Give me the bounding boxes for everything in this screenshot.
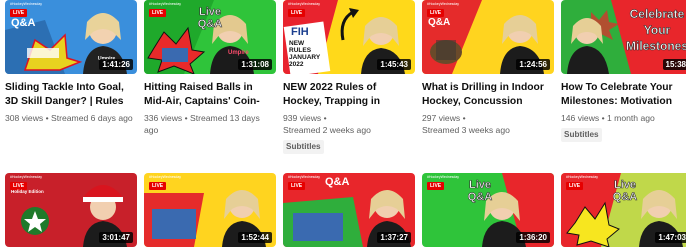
meta-separator: •: [462, 113, 466, 123]
video-thumbnail[interactable]: #HockeyWednesday LIVE Holiday Edition 3:…: [5, 173, 137, 247]
video-thumbnail[interactable]: #HockeyWednesday LIVE 1:52:44: [144, 173, 276, 247]
thumbnail-overlay-subtext: NEW RULES JANUARY 2022: [289, 40, 321, 68]
video-card[interactable]: #HockeyWednesday LIVE FIH NEW RULES JANU…: [283, 0, 415, 154]
hashtag-label: #HockeyWednesday: [288, 2, 321, 6]
subtitles-chip: Subtitles: [283, 140, 324, 154]
video-meta: 297 views • Streamed 3 weeks ago: [422, 112, 554, 136]
live-badge: LIVE: [427, 9, 445, 17]
view-count: 146 views: [561, 113, 600, 123]
video-meta: 308 views • Streamed 6 days ago: [5, 112, 137, 124]
meta-separator: •: [45, 113, 49, 123]
hashtag-label: #HockeyWednesday: [10, 2, 43, 6]
stream-date: Streamed 3 weeks ago: [422, 125, 510, 135]
video-title[interactable]: NEW 2022 Rules of Hockey, Trapping in In…: [283, 81, 415, 109]
video-thumbnail[interactable]: #HockeyWednesday LIVE Live Q&A 1:47:03: [561, 173, 686, 247]
video-duration: 15:38: [662, 59, 686, 70]
video-meta: 336 views • Streamed 13 days ago: [144, 112, 276, 136]
video-duration: 1:52:44: [238, 232, 272, 243]
video-meta: 146 views • 1 month ago: [561, 112, 686, 124]
live-badge: LIVE: [288, 182, 306, 190]
hashtag-label: #HockeyWednesday: [427, 175, 460, 179]
video-title[interactable]: What is Drilling in Indoor Hockey, Concu…: [422, 81, 554, 109]
video-card[interactable]: #HockeyWednesday LIVE Q&A Umpire 1:41:26…: [5, 0, 137, 124]
video-duration: 1:47:03: [655, 232, 686, 243]
video-duration: 3:01:47: [99, 232, 133, 243]
thumbnail-overlay-text: Q&A: [428, 17, 451, 28]
meta-separator: •: [601, 113, 605, 123]
view-count: 308 views: [5, 113, 44, 123]
meta-separator: •: [323, 113, 327, 123]
video-card[interactable]: #HockeyWednesday LIVE Q&A 1:37:27: [283, 173, 415, 247]
stream-date: Streamed 2 weeks ago: [283, 125, 371, 135]
stream-date: 1 month ago: [607, 113, 655, 123]
live-badge: LIVE: [566, 182, 584, 190]
hashtag-label: #HockeyWednesday: [566, 175, 599, 179]
thumbnail-overlay-text: FIH: [291, 26, 309, 38]
live-badge: LIVE: [149, 9, 167, 17]
video-duration: 1:24:56: [516, 59, 550, 70]
thumbnail-overlay-text: Live Q&A: [612, 179, 638, 204]
video-card[interactable]: #HockeyWednesday LIVE Live Q&A 1:36:20: [422, 173, 554, 247]
video-thumbnail[interactable]: #HockeyWednesday LIVE FIH NEW RULES JANU…: [283, 0, 415, 74]
hashtag-label: #HockeyWednesday: [149, 175, 182, 179]
thumbnail-overlay-text: Q&A: [325, 176, 350, 188]
view-count: 939 views: [283, 113, 322, 123]
thumbnail-overlay-text: Celebrate Your Milestones: [625, 7, 686, 54]
video-duration: 1:31:08: [238, 59, 272, 70]
video-duration: 1:41:26: [99, 59, 133, 70]
hashtag-label: #HockeyWednesday: [149, 2, 182, 6]
video-title[interactable]: Hitting Raised Balls in Mid-Air, Captain…: [144, 81, 276, 109]
thumbnail-overlay-subtext: Holiday Edition: [11, 189, 44, 194]
hashtag-label: #HockeyWednesday: [427, 2, 460, 6]
video-title[interactable]: How To Celebrate Your Milestones: Motiva…: [561, 81, 686, 109]
video-card[interactable]: #HockeyWednesday LIVE Live Q&A 1:47:03: [561, 173, 686, 247]
video-card[interactable]: #HockeyWednesday LIVE 1:52:44: [144, 173, 276, 247]
video-thumbnail[interactable]: #HockeyWednesday LIVE Q&A 1:24:56: [422, 0, 554, 74]
live-badge: LIVE: [427, 182, 445, 190]
video-meta: 939 views • Streamed 2 weeks ago: [283, 112, 415, 136]
live-badge: LIVE: [10, 9, 28, 17]
video-thumbnail[interactable]: #HockeyWednesday LIVE Q&A 1:37:27: [283, 173, 415, 247]
video-thumbnail[interactable]: Celebrate Your Milestones 15:38: [561, 0, 686, 74]
video-thumbnail[interactable]: #HockeyWednesday LIVE Live Q&A 1:36:20: [422, 173, 554, 247]
hashtag-label: #HockeyWednesday: [10, 175, 43, 179]
subtitles-chip: Subtitles: [561, 128, 602, 142]
video-card[interactable]: #HockeyWednesday LIVE Holiday Edition 3:…: [5, 173, 137, 247]
video-card[interactable]: #HockeyWednesday LIVE Live Q&A Umpire 1:…: [144, 0, 276, 136]
video-duration: 1:45:43: [377, 59, 411, 70]
view-count: 297 views: [422, 113, 461, 123]
hashtag-label: #HockeyWednesday: [288, 175, 321, 179]
live-badge: LIVE: [288, 9, 306, 17]
video-duration: 1:36:20: [516, 232, 550, 243]
video-card[interactable]: Celebrate Your Milestones 15:38 How To C…: [561, 0, 686, 142]
brand-watermark: Umpire: [228, 50, 249, 56]
video-thumbnail[interactable]: #HockeyWednesday LIVE Q&A Umpire 1:41:26: [5, 0, 137, 74]
thumbnail-overlay-text: Q&A: [11, 17, 36, 29]
live-badge: LIVE: [149, 182, 167, 190]
video-title[interactable]: Sliding Tackle Into Goal, 3D Skill Dange…: [5, 81, 137, 109]
thumbnail-overlay-text: Live Q&A: [467, 179, 493, 204]
view-count: 336 views: [144, 113, 183, 123]
stream-date: Streamed 6 days ago: [51, 113, 133, 123]
video-duration: 1:37:27: [377, 232, 411, 243]
video-thumbnail[interactable]: #HockeyWednesday LIVE Live Q&A Umpire 1:…: [144, 0, 276, 74]
meta-separator: •: [184, 113, 188, 123]
video-card[interactable]: #HockeyWednesday LIVE Q&A 1:24:56 What i…: [422, 0, 554, 136]
thumbnail-overlay-text: Live Q&A: [197, 6, 223, 31]
